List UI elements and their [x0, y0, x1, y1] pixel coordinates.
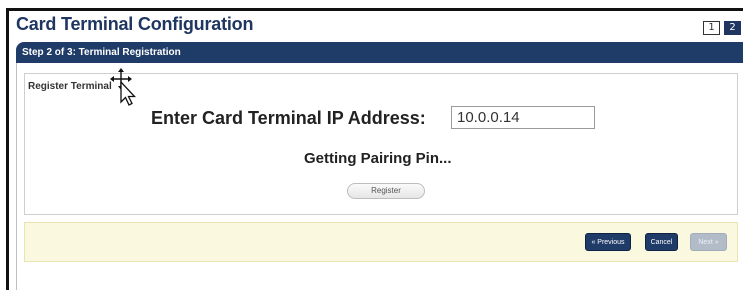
step-header: Step 2 of 3: Terminal Registration [16, 42, 743, 63]
ip-address-input[interactable] [451, 106, 595, 129]
page-1-button[interactable]: 1 [703, 21, 720, 35]
cancel-button[interactable]: Cancel [645, 233, 678, 251]
pairing-status-text: Getting Pairing Pin... [304, 150, 452, 167]
page-2-button[interactable]: 2 [724, 21, 741, 35]
page-indicator: 1 2 [703, 21, 741, 35]
page-title: Card Terminal Configuration [16, 14, 254, 34]
move-pointer-icon [110, 68, 136, 106]
register-button[interactable]: Register [347, 183, 425, 199]
ip-address-label: Enter Card Terminal IP Address: [151, 108, 426, 128]
previous-button[interactable]: « Previous [585, 233, 631, 251]
section-label: Register Terminal [28, 81, 112, 92]
next-button[interactable]: Next » [690, 233, 727, 251]
